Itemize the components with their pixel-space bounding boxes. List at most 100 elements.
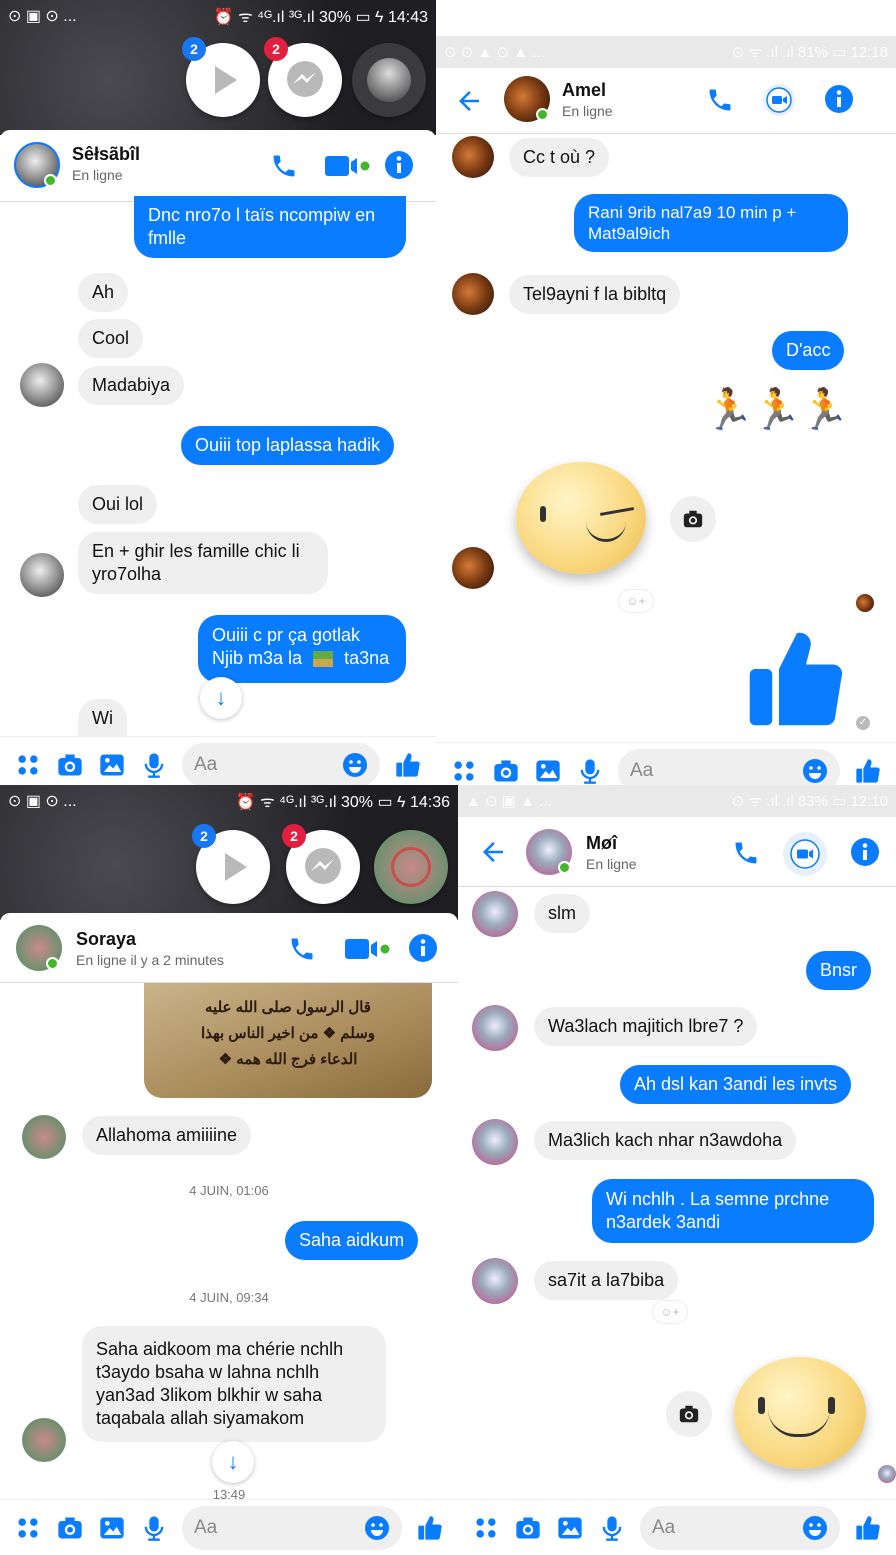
like-icon[interactable] <box>854 757 882 785</box>
messenger-icon <box>305 848 341 884</box>
video-call-icon[interactable] <box>325 152 371 180</box>
chathead-contact[interactable] <box>352 43 426 117</box>
composer-bar: Aa <box>0 736 436 785</box>
status-bar: ⊙ ⊙ ▲ ⊙ ▲ ... ⊙ ᯤ .ıl .ıl 81% ▭ 12:18 <box>436 36 896 68</box>
message-incoming[interactable]: Wi <box>78 699 127 739</box>
message-input[interactable]: Aa <box>640 1505 840 1550</box>
message-incoming[interactable]: Ma3lich kach nhar n3awdoha <box>534 1121 797 1160</box>
online-indicator <box>46 957 59 970</box>
wink-sticker[interactable] <box>516 462 646 574</box>
camera-icon[interactable] <box>56 1514 84 1542</box>
camera-icon[interactable] <box>492 757 520 785</box>
chathead-contact[interactable] <box>374 830 448 904</box>
camera-button[interactable] <box>670 496 716 542</box>
message-input[interactable]: Aa <box>182 742 380 785</box>
emoji-icon[interactable] <box>802 758 828 784</box>
message-outgoing[interactable]: Ouiii c pr ça gotlak Njib m3a la ta3na <box>198 615 406 683</box>
emoji-icon[interactable] <box>364 1515 390 1541</box>
phone-icon[interactable] <box>288 935 316 963</box>
message-outgoing[interactable]: D'acc <box>772 331 845 370</box>
video-call-icon[interactable] <box>782 831 828 877</box>
message-outgoing[interactable]: Ah dsl kan 3andi les invts <box>620 1065 852 1104</box>
apps-icon[interactable] <box>14 751 42 779</box>
play-icon <box>215 66 237 94</box>
message-incoming[interactable]: Wa3lach majitich lbre7 ? <box>534 1007 758 1046</box>
message-incoming[interactable]: Madabiya <box>78 366 185 405</box>
arabic-line: وسلم ❖ من اخير الناس بهذا <box>200 1025 376 1042</box>
apps-icon[interactable] <box>472 1514 500 1542</box>
apps-icon[interactable] <box>14 1514 42 1542</box>
message-incoming[interactable]: Oui lol <box>78 485 158 524</box>
phone-icon[interactable] <box>270 152 298 180</box>
gallery-icon[interactable] <box>534 757 562 785</box>
info-icon[interactable] <box>408 933 438 963</box>
chathead-messenger[interactable]: 2 <box>282 824 360 904</box>
avatar <box>452 273 494 315</box>
message-incoming[interactable]: En + ghir les famille chic li yro7olha <box>78 532 328 594</box>
camera-button[interactable] <box>666 1391 712 1437</box>
chathead-messenger[interactable]: 2 <box>264 37 342 117</box>
online-indicator <box>536 108 549 121</box>
add-reaction-icon[interactable]: ☺+ <box>653 1301 687 1323</box>
online-indicator <box>558 861 571 874</box>
message-incoming[interactable]: Allahoma amiiiine <box>82 1116 252 1155</box>
add-reaction-icon[interactable]: ☺+ <box>619 590 653 612</box>
info-icon[interactable] <box>850 837 880 867</box>
message-text: Ouiii c pr ça gotlak Njib m3a la <box>212 625 361 668</box>
message-outgoing[interactable]: Rani 9rib nal7a9 10 min p + Mat9al9ich <box>574 194 848 252</box>
chathead-play[interactable]: 2 <box>192 824 270 904</box>
scroll-down-button[interactable]: ↓ <box>212 1441 254 1483</box>
message-incoming[interactable]: Cool <box>78 319 144 358</box>
camera-icon[interactable] <box>56 751 84 779</box>
message-outgoing[interactable]: Saha aidkum <box>285 1221 419 1260</box>
message-outgoing[interactable]: Bnsr <box>806 951 872 990</box>
smile-sticker[interactable] <box>734 1357 866 1469</box>
contact-status: En ligne <box>586 856 637 872</box>
phone-icon[interactable] <box>732 839 760 867</box>
back-arrow-icon[interactable] <box>454 86 484 116</box>
scroll-down-button[interactable]: ↓ <box>200 677 242 719</box>
message-incoming[interactable]: Tel9ayni f la bibltq <box>509 275 681 314</box>
message-outgoing[interactable]: Dnc nro7o l taïs ncompiw en fmlle <box>134 196 406 258</box>
read-receipt-avatar <box>856 594 874 612</box>
info-icon[interactable] <box>824 84 854 114</box>
timestamp: 4 JUIN, 09:34 <box>189 1290 269 1305</box>
message-incoming[interactable]: sa7it a la7biba <box>534 1261 679 1300</box>
gallery-icon[interactable] <box>98 751 126 779</box>
message-input[interactable]: Aa <box>618 748 840 785</box>
arabic-line: قال الرسول صلى الله عليه <box>205 999 371 1016</box>
emoji-icon[interactable] <box>342 752 368 778</box>
apps-icon[interactable] <box>450 757 478 785</box>
gallery-icon[interactable] <box>556 1514 584 1542</box>
like-icon[interactable] <box>854 1514 882 1542</box>
message-incoming[interactable]: slm <box>534 894 590 933</box>
message-outgoing[interactable]: Ouiii top laplassa hadik <box>181 426 395 465</box>
microphone-icon[interactable] <box>576 757 604 785</box>
phone-icon[interactable] <box>706 86 734 114</box>
message-input[interactable]: Aa <box>182 1505 402 1550</box>
contact-name: Sêłsãbîl <box>72 144 141 164</box>
unread-badge: 2 <box>264 37 288 61</box>
microphone-icon[interactable] <box>598 1514 626 1542</box>
camera-icon[interactable] <box>514 1514 542 1542</box>
video-call-icon[interactable] <box>762 83 796 117</box>
message-incoming[interactable]: Saha aidkoom ma chérie nchlh t3aydo bsah… <box>82 1326 386 1442</box>
composer-bar: Aa <box>0 1499 458 1555</box>
message-incoming[interactable]: Cc t où ? <box>509 138 610 177</box>
info-icon[interactable] <box>384 150 414 180</box>
microphone-icon[interactable] <box>140 1514 168 1542</box>
like-icon[interactable] <box>416 1514 444 1542</box>
microphone-icon[interactable] <box>140 751 168 779</box>
messenger-icon <box>287 61 323 97</box>
chathead-play[interactable]: 2 <box>182 37 260 117</box>
avatar <box>391 847 431 887</box>
gallery-icon[interactable] <box>98 1514 126 1542</box>
message-outgoing[interactable]: Wi nchlh . La semne prchne n3ardek 3andi <box>592 1179 874 1243</box>
big-like-icon[interactable] <box>742 624 852 732</box>
back-arrow-icon[interactable] <box>478 837 508 867</box>
like-icon[interactable] <box>394 751 422 779</box>
emoji-icon[interactable] <box>802 1515 828 1541</box>
shared-image-arabic-text[interactable]: قال الرسول صلى الله عليه وسلم ❖ من اخير … <box>144 983 432 1098</box>
message-incoming[interactable]: Ah <box>78 273 129 312</box>
video-call-icon[interactable] <box>345 935 391 963</box>
